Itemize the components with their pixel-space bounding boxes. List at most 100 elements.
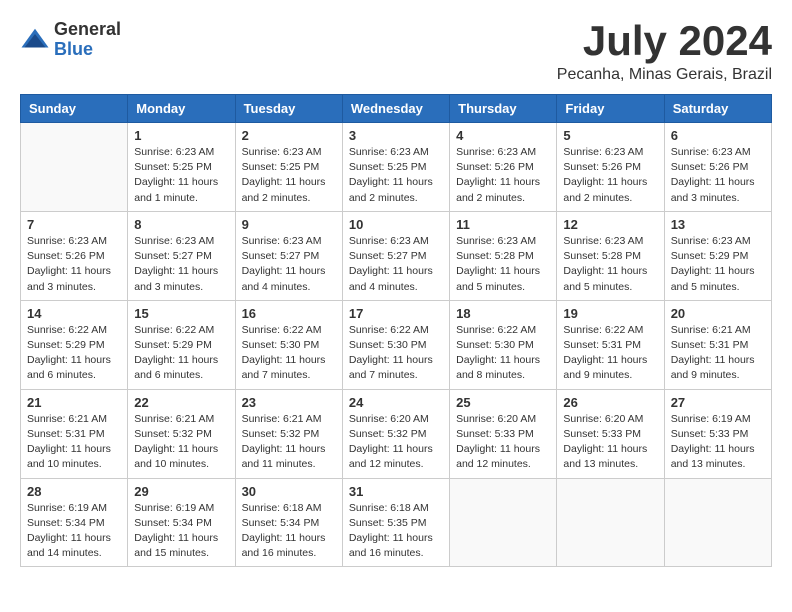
calendar-cell: 7 Sunrise: 6:23 AMSunset: 5:26 PMDaylight… [21, 211, 128, 300]
day-number: 28 [27, 484, 121, 499]
location-subtitle: Pecanha, Minas Gerais, Brazil [557, 66, 772, 84]
calendar-cell [450, 478, 557, 567]
day-number: 23 [242, 395, 336, 410]
day-number: 10 [349, 217, 443, 232]
day-number: 27 [671, 395, 765, 410]
day-number: 5 [563, 128, 657, 143]
calendar-cell: 3Sunrise: 6:23 AMSunset: 5:25 PMDaylight… [342, 123, 449, 212]
day-info: Sunrise: 6:23 AMSunset: 5:26 PMDaylight:… [27, 234, 121, 295]
week-row-4: 21Sunrise: 6:21 AMSunset: 5:31 PMDayligh… [21, 389, 772, 478]
day-info: Sunrise: 6:22 AMSunset: 5:30 PMDaylight:… [456, 323, 550, 384]
day-info: Sunrise: 6:22 AMSunset: 5:29 PMDaylight:… [134, 323, 228, 384]
day-info: Sunrise: 6:23 AMSunset: 5:25 PMDaylight:… [242, 145, 336, 206]
day-number: 22 [134, 395, 228, 410]
day-info: Sunrise: 6:19 AMSunset: 5:33 PMDaylight:… [671, 412, 765, 473]
calendar-cell: 22 Sunrise: 6:21 AMSunset: 5:32 PMDayligh… [128, 389, 235, 478]
day-info: Sunrise: 6:23 AMSunset: 5:28 PMDaylight:… [563, 234, 657, 295]
day-number: 4 [456, 128, 550, 143]
calendar-cell: 5 Sunrise: 6:23 AMSunset: 5:26 PMDaylight… [557, 123, 664, 212]
day-info: Sunrise: 6:23 AMSunset: 5:29 PMDaylight:… [671, 234, 765, 295]
calendar-cell: 19 Sunrise: 6:22 AMSunset: 5:31 PMDayligh… [557, 300, 664, 389]
day-number: 24 [349, 395, 443, 410]
day-number: 7 [27, 217, 121, 232]
page-header: General Blue July 2024 Pecanha, Minas Ge… [20, 20, 772, 84]
title-area: July 2024 Pecanha, Minas Gerais, Brazil [557, 20, 772, 84]
day-number: 26 [563, 395, 657, 410]
day-info: Sunrise: 6:23 AMSunset: 5:26 PMDaylight:… [563, 145, 657, 206]
header-day-wednesday: Wednesday [342, 95, 449, 123]
week-row-3: 14Sunrise: 6:22 AMSunset: 5:29 PMDayligh… [21, 300, 772, 389]
calendar-cell: 6 Sunrise: 6:23 AMSunset: 5:26 PMDaylight… [664, 123, 771, 212]
header-day-thursday: Thursday [450, 95, 557, 123]
day-info: Sunrise: 6:23 AMSunset: 5:28 PMDaylight:… [456, 234, 550, 295]
day-number: 25 [456, 395, 550, 410]
day-info: Sunrise: 6:23 AMSunset: 5:26 PMDaylight:… [456, 145, 550, 206]
day-info: Sunrise: 6:23 AMSunset: 5:25 PMDaylight:… [134, 145, 228, 206]
header-day-monday: Monday [128, 95, 235, 123]
calendar-cell: 30 Sunrise: 6:18 AMSunset: 5:34 PMDayligh… [235, 478, 342, 567]
day-number: 21 [27, 395, 121, 410]
day-info: Sunrise: 6:21 AMSunset: 5:31 PMDaylight:… [671, 323, 765, 384]
day-info: Sunrise: 6:21 AMSunset: 5:32 PMDaylight:… [134, 412, 228, 473]
day-info: Sunrise: 6:19 AMSunset: 5:34 PMDaylight:… [27, 501, 121, 562]
calendar-cell: 26Sunrise: 6:20 AMSunset: 5:33 PMDayligh… [557, 389, 664, 478]
calendar-body: 1 Sunrise: 6:23 AMSunset: 5:25 PMDaylight… [21, 123, 772, 567]
calendar-cell [21, 123, 128, 212]
calendar-cell: 29Sunrise: 6:19 AMSunset: 5:34 PMDayligh… [128, 478, 235, 567]
calendar-cell: 15 Sunrise: 6:22 AMSunset: 5:29 PMDayligh… [128, 300, 235, 389]
calendar-cell [557, 478, 664, 567]
day-info: Sunrise: 6:23 AMSunset: 5:25 PMDaylight:… [349, 145, 443, 206]
calendar-cell: 27 Sunrise: 6:19 AMSunset: 5:33 PMDayligh… [664, 389, 771, 478]
calendar-cell: 12Sunrise: 6:23 AMSunset: 5:28 PMDayligh… [557, 211, 664, 300]
calendar-cell: 23 Sunrise: 6:21 AMSunset: 5:32 PMDayligh… [235, 389, 342, 478]
day-number: 11 [456, 217, 550, 232]
calendar-cell: 31Sunrise: 6:18 AMSunset: 5:35 PMDayligh… [342, 478, 449, 567]
header-day-friday: Friday [557, 95, 664, 123]
week-row-2: 7 Sunrise: 6:23 AMSunset: 5:26 PMDaylight… [21, 211, 772, 300]
week-row-1: 1 Sunrise: 6:23 AMSunset: 5:25 PMDaylight… [21, 123, 772, 212]
day-info: Sunrise: 6:23 AMSunset: 5:26 PMDaylight:… [671, 145, 765, 206]
day-number: 20 [671, 306, 765, 321]
day-info: Sunrise: 6:23 AMSunset: 5:27 PMDaylight:… [242, 234, 336, 295]
day-info: Sunrise: 6:23 AMSunset: 5:27 PMDaylight:… [134, 234, 228, 295]
day-number: 2 [242, 128, 336, 143]
logo-icon [20, 25, 50, 55]
calendar-cell: 24Sunrise: 6:20 AMSunset: 5:32 PMDayligh… [342, 389, 449, 478]
day-number: 17 [349, 306, 443, 321]
calendar-table: SundayMondayTuesdayWednesdayThursdayFrid… [20, 94, 772, 567]
calendar-cell: 13Sunrise: 6:23 AMSunset: 5:29 PMDayligh… [664, 211, 771, 300]
calendar-cell: 4 Sunrise: 6:23 AMSunset: 5:26 PMDaylight… [450, 123, 557, 212]
day-number: 18 [456, 306, 550, 321]
week-row-5: 28 Sunrise: 6:19 AMSunset: 5:34 PMDayligh… [21, 478, 772, 567]
calendar-header: SundayMondayTuesdayWednesdayThursdayFrid… [21, 95, 772, 123]
calendar-cell: 9Sunrise: 6:23 AMSunset: 5:27 PMDaylight… [235, 211, 342, 300]
calendar-cell: 17 Sunrise: 6:22 AMSunset: 5:30 PMDayligh… [342, 300, 449, 389]
calendar-cell: 21Sunrise: 6:21 AMSunset: 5:31 PMDayligh… [21, 389, 128, 478]
day-info: Sunrise: 6:22 AMSunset: 5:30 PMDaylight:… [349, 323, 443, 384]
day-number: 15 [134, 306, 228, 321]
day-info: Sunrise: 6:18 AMSunset: 5:35 PMDaylight:… [349, 501, 443, 562]
day-info: Sunrise: 6:18 AMSunset: 5:34 PMDaylight:… [242, 501, 336, 562]
day-number: 30 [242, 484, 336, 499]
calendar-cell: 8 Sunrise: 6:23 AMSunset: 5:27 PMDaylight… [128, 211, 235, 300]
day-number: 8 [134, 217, 228, 232]
logo-general: General [54, 20, 121, 40]
day-number: 16 [242, 306, 336, 321]
header-day-sunday: Sunday [21, 95, 128, 123]
calendar-cell: 11 Sunrise: 6:23 AMSunset: 5:28 PMDayligh… [450, 211, 557, 300]
day-info: Sunrise: 6:22 AMSunset: 5:30 PMDaylight:… [242, 323, 336, 384]
day-info: Sunrise: 6:21 AMSunset: 5:32 PMDaylight:… [242, 412, 336, 473]
calendar-cell: 2 Sunrise: 6:23 AMSunset: 5:25 PMDaylight… [235, 123, 342, 212]
calendar-cell: 10 Sunrise: 6:23 AMSunset: 5:27 PMDayligh… [342, 211, 449, 300]
day-number: 19 [563, 306, 657, 321]
day-number: 6 [671, 128, 765, 143]
day-info: Sunrise: 6:22 AMSunset: 5:31 PMDaylight:… [563, 323, 657, 384]
month-title: July 2024 [557, 20, 772, 62]
day-info: Sunrise: 6:23 AMSunset: 5:27 PMDaylight:… [349, 234, 443, 295]
day-info: Sunrise: 6:20 AMSunset: 5:33 PMDaylight:… [456, 412, 550, 473]
day-number: 1 [134, 128, 228, 143]
logo-blue: Blue [54, 40, 121, 60]
calendar-cell: 16 Sunrise: 6:22 AMSunset: 5:30 PMDayligh… [235, 300, 342, 389]
day-info: Sunrise: 6:22 AMSunset: 5:29 PMDaylight:… [27, 323, 121, 384]
header-row: SundayMondayTuesdayWednesdayThursdayFrid… [21, 95, 772, 123]
